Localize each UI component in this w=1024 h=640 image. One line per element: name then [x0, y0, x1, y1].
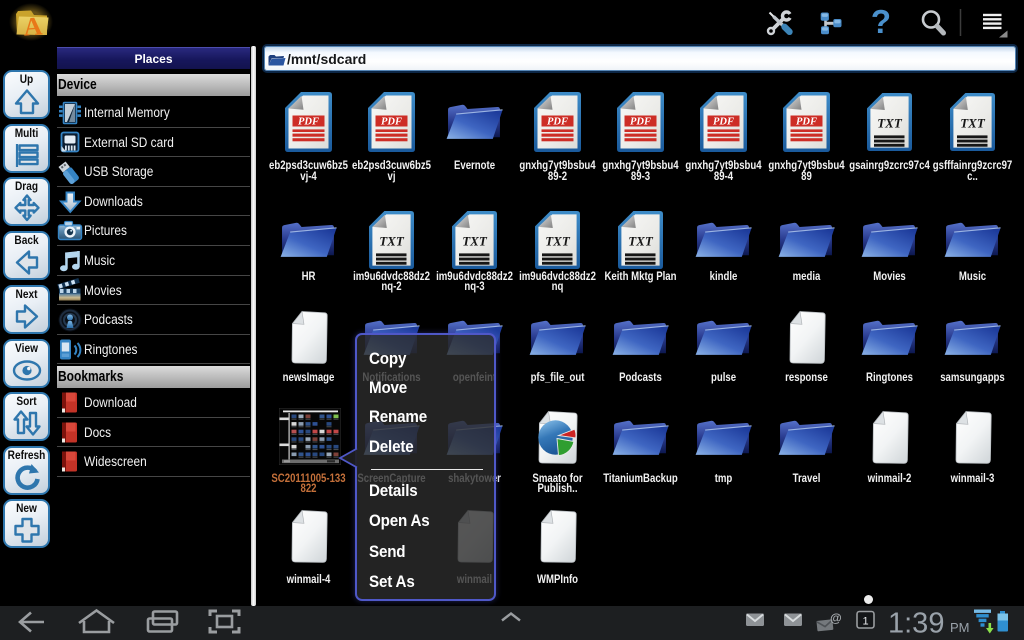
svg-text:PM: PM [950, 620, 970, 635]
svg-text:?: ? [871, 3, 891, 40]
svg-text:1:39: 1:39 [888, 608, 944, 640]
svg-text:@: @ [830, 611, 842, 625]
svg-text:1: 1 [862, 616, 868, 628]
